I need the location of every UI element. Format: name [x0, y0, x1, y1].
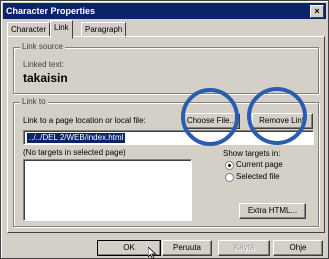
extra-html-button[interactable]: Extra HTML... — [239, 203, 306, 219]
linked-text-label: Linked text: — [23, 60, 64, 69]
window-title: Character Properties — [6, 6, 96, 16]
help-button[interactable]: Ohje — [273, 240, 323, 256]
link-source-group: Link source Linked text: takaisin — [13, 42, 319, 94]
radio-current-page-label: Current page — [236, 160, 283, 169]
title-bar: Character Properties × — [3, 3, 326, 19]
location-label: Link to a page location or local file: — [23, 116, 146, 125]
radio-selected-file[interactable] — [225, 173, 234, 182]
remove-link-button[interactable]: Remove Link — [252, 113, 313, 129]
cancel-button[interactable]: Peruuta — [162, 240, 212, 256]
show-targets-label: Show targets in: — [223, 149, 281, 158]
radio-selected-file-label: Selected file — [236, 172, 280, 181]
radio-selected-dot — [228, 164, 231, 167]
link-to-group: Link to Link to a page location or local… — [13, 97, 319, 227]
mouse-pointer-icon — [148, 247, 156, 259]
location-input[interactable]: ../../DEL 2/WEB/index.html — [23, 130, 314, 145]
targets-list[interactable] — [23, 159, 192, 221]
linked-text-value: takaisin — [23, 71, 68, 85]
radio-current-page[interactable] — [225, 161, 234, 170]
choose-file-button[interactable]: Choose File... — [183, 113, 240, 129]
close-icon[interactable]: × — [310, 5, 324, 18]
character-properties-dialog: Character Properties × Character Link Pa… — [0, 0, 329, 259]
link-to-label: Link to — [20, 97, 48, 106]
link-source-label: Link source — [20, 42, 65, 51]
apply-button[interactable]: Käytä — [218, 240, 270, 256]
tab-link[interactable]: Link — [50, 20, 73, 39]
tab-panel-link: Link source Linked text: takaisin Link t… — [7, 36, 325, 233]
targets-label: (No targets in selected page) — [23, 148, 126, 157]
location-input-value: ../../DEL 2/WEB/index.html — [27, 133, 126, 143]
